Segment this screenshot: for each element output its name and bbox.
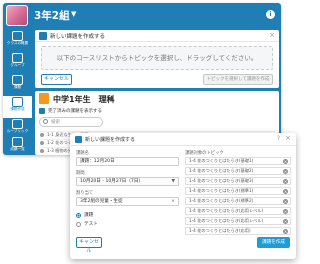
period-label: 期間 (76, 171, 85, 176)
sidebar-item-groups[interactable]: グループ (3, 52, 32, 74)
topic-item[interactable]: 1-4 花のつくりとはたらき(基礎3) × (185, 177, 291, 185)
rubric-icon (12, 119, 23, 129)
topic-label: 1-4 花のつくりとはたらき(応用レベル) (189, 218, 264, 223)
screenshot-stage: 3年2組 ▼ i クラスの概要 グループ 課題 課題作成 ルーブリック 成績一覧… (0, 0, 301, 264)
info-icon[interactable]: i (266, 10, 275, 19)
bullet-icon (40, 141, 44, 145)
class-avatar[interactable] (6, 5, 28, 26)
topic-item[interactable]: 1-4 花のつくりとはたらき(応用レベル) × (185, 217, 291, 225)
cancel-button[interactable]: キャンセル (76, 237, 102, 254)
class-title[interactable]: 3年2組 (34, 8, 70, 23)
topic-label: 1-4 花のつくりとはたらき(応用レベル) (189, 208, 264, 213)
radio-assignment[interactable] (76, 213, 81, 218)
remove-icon[interactable]: × (283, 209, 288, 214)
topic-item[interactable]: 1-4 花のつくりとはたらき(応用) × (185, 227, 291, 235)
period-value: 10月20日 - 10月27日（7日） (80, 179, 144, 184)
overview-icon (12, 31, 23, 41)
topic-label: 1-4 花のつくりとはたらき(基礎3) (189, 178, 254, 183)
sidebar-item-assignments[interactable]: 課題 (3, 74, 32, 96)
sidebar-item-grades[interactable]: 成績一覧 (3, 136, 32, 155)
grades-icon (12, 137, 23, 147)
remove-icon[interactable]: × (283, 169, 288, 174)
assignee-tag: 3年2組の児童・生徒 (80, 199, 123, 204)
cancel-button[interactable]: キャンセル (41, 74, 72, 85)
bullet-icon (40, 149, 44, 153)
topic-item[interactable]: 1-4 花のつくりとはたらき(基礎2) × (185, 167, 291, 175)
topic-item[interactable]: 1-4 花のつくりとはたらき(標準1) × (185, 187, 291, 195)
topic-item[interactable]: 1-4 花のつくりとはたらき(基礎1) × (185, 157, 291, 165)
sidebar-item-create-assignment[interactable]: 課題作成 (3, 96, 32, 118)
document-icon (39, 93, 49, 104)
show-completed-label: 完了済みの課題を表示する (48, 109, 102, 114)
remove-icon[interactable]: × (283, 229, 288, 234)
close-icon[interactable]: × (285, 134, 291, 142)
assignment-name-label: 課題名 (76, 151, 89, 156)
radio-assignment-label: 課題 (84, 213, 94, 218)
radio-test-label: テスト (84, 222, 98, 227)
remove-icon[interactable]: × (283, 189, 288, 194)
dialog-title: 新しい課題を作成する (85, 137, 136, 143)
panel-title: 新しい課題を作成する (50, 34, 106, 40)
topic-item[interactable]: 1-4 花のつくりとはたらき(応用レベル) × (185, 207, 291, 215)
search-placeholder: 検索 (51, 120, 60, 125)
remove-tag-icon[interactable]: × (171, 198, 175, 205)
create-assignment-panel: 新しい課題を作成する × 以下のコースリストからトピックを選択し、ドラッグしてく… (35, 30, 279, 88)
panel-header: 新しい課題を作成する × (35, 30, 279, 42)
edit-icon (39, 32, 47, 40)
radio-test[interactable] (76, 222, 81, 227)
assignees-label: 割り当て (76, 191, 94, 196)
search-icon (43, 119, 48, 124)
topic-label: 1-4 花のつくりとはたらき(標準1) (189, 188, 254, 193)
close-icon[interactable]: × (269, 31, 275, 39)
sidebar: クラスの概要 グループ 課題 課題作成 ルーブリック 成績一覧 (3, 28, 32, 155)
dialog-header: 新しい課題を作成する ? × (70, 133, 296, 146)
remove-icon[interactable]: × (283, 159, 288, 164)
sidebar-item-overview[interactable]: クラスの概要 (3, 30, 32, 52)
topic-label: 1-4 花のつくりとはたらき(応用) (189, 228, 251, 233)
create-from-topic-button[interactable]: トピックを選択して課題を作成 (203, 74, 273, 85)
show-completed-checkbox[interactable] (39, 108, 45, 114)
sidebar-item-label: グループ (10, 63, 25, 67)
topics-label: 課題対象のトピック (185, 151, 224, 156)
search-input[interactable]: 検索 (39, 117, 103, 127)
topic-label: 1-4 花のつくりとはたらき(基礎2) (189, 168, 254, 173)
groups-icon (12, 53, 23, 63)
period-select[interactable]: 10月20日 - 10月27日（7日） ▼ (76, 177, 179, 186)
help-icon[interactable]: ? (277, 135, 280, 142)
sidebar-item-label: クラスの概要 (6, 41, 29, 45)
chevron-down-icon[interactable]: ▼ (109, 96, 114, 103)
chevron-down-icon: ▼ (171, 179, 175, 184)
sidebar-item-label: ルーブリック (6, 129, 29, 133)
sidebar-item-label: 成績一覧 (10, 147, 25, 151)
sidebar-item-label: 課題 (13, 85, 22, 89)
create-assignment-button[interactable]: 課題を作成 (257, 237, 290, 248)
create-assignment-icon (12, 97, 23, 107)
assignees-field[interactable]: 3年2組の児童・生徒 × (76, 197, 179, 206)
edit-icon (75, 136, 82, 143)
sidebar-item-label: 課題作成 (10, 107, 25, 111)
topic-item[interactable]: 1-4 花のつくりとはたらき(標準2) × (185, 197, 291, 205)
topic-label: 1-4 花のつくりとはたらき(標準2) (189, 198, 254, 203)
chevron-down-icon[interactable]: ▼ (71, 10, 76, 18)
remove-icon[interactable]: × (283, 179, 288, 184)
remove-icon[interactable]: × (283, 219, 288, 224)
topic-drop-zone[interactable]: 以下のコースリストからトピックを選択し、ドラッグしてください。 (41, 46, 273, 70)
assignment-name-field[interactable]: 課題：12月20日 (76, 157, 179, 166)
subject-title[interactable]: 中学1年生 理科 (53, 94, 115, 105)
class-topbar: 3年2組 ▼ i (3, 3, 281, 28)
assignment-icon (12, 75, 23, 85)
bullet-icon (40, 133, 44, 137)
topic-label: 1-4 花のつくりとはたらき(基礎1) (189, 158, 254, 163)
create-assignment-dialog: 新しい課題を作成する ? × 課題名 課題：12月20日 期間 10月20日 -… (70, 133, 296, 259)
remove-icon[interactable]: × (283, 199, 288, 204)
